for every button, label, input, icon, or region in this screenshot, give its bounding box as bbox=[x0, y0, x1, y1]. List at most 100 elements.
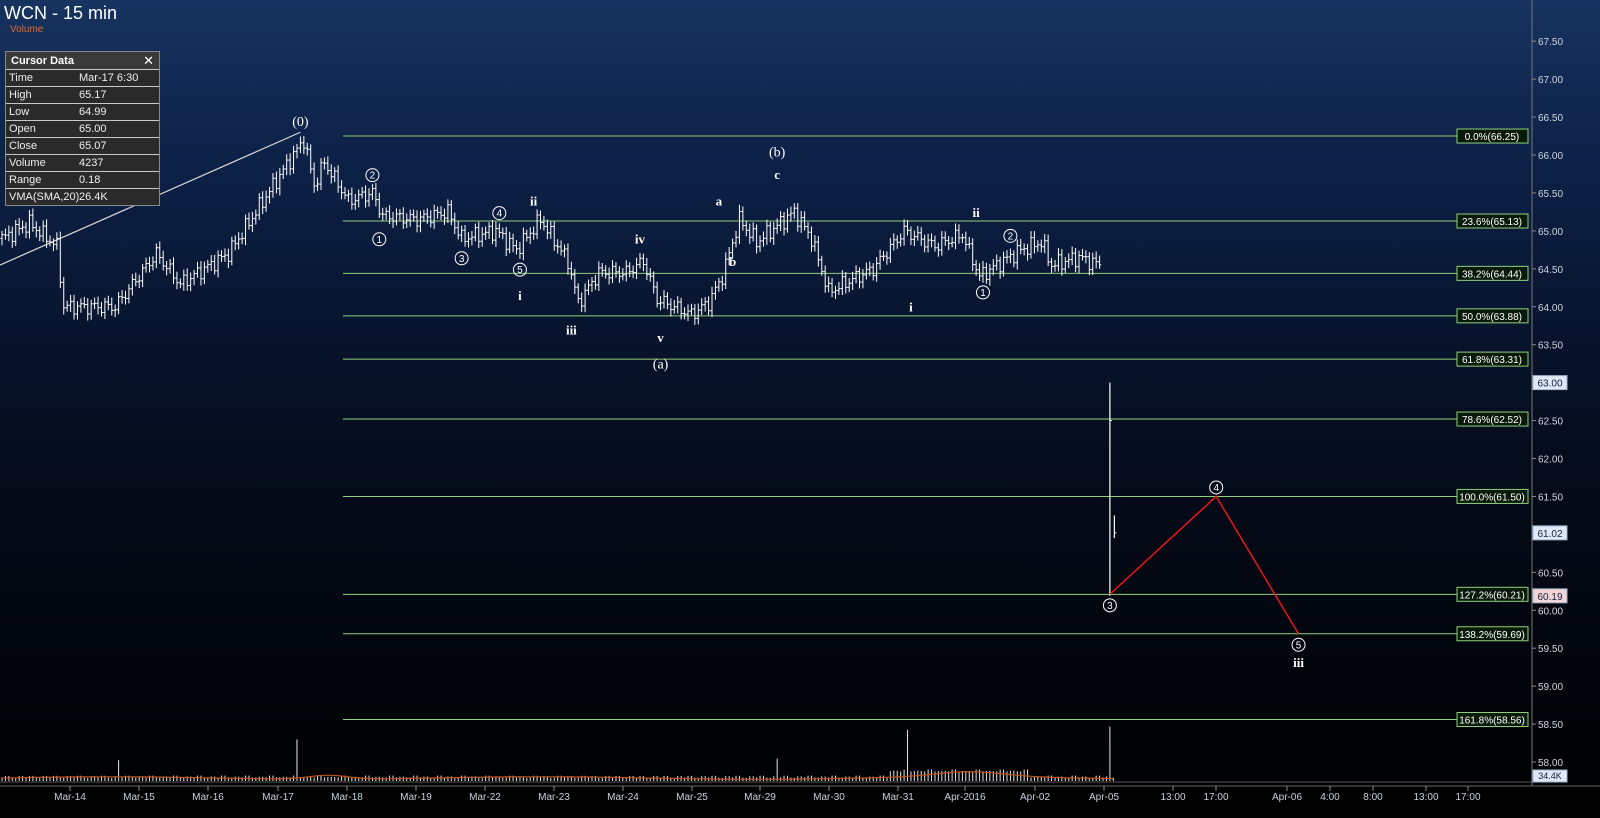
fib-label: 23.6%(65.13) bbox=[1462, 217, 1522, 228]
wave-label: 3 bbox=[459, 254, 465, 265]
cursor-data-row: Volume 4237 bbox=[6, 154, 159, 171]
x-tick-label: Apr-06 bbox=[1272, 792, 1302, 803]
fib-label: 0.0%(66.25) bbox=[1465, 132, 1519, 143]
time-axis: Mar-14 Mar-15 Mar-16 Mar-17 Mar-18 Mar-19 Mar-… bbox=[0, 785, 1600, 818]
fib-label: 138.2%(59.69) bbox=[1459, 630, 1525, 641]
wave-label: (0) bbox=[292, 115, 309, 130]
wave-label: 1 bbox=[980, 288, 986, 299]
y-tick-label: 60.00 bbox=[1538, 606, 1563, 617]
cursor-data-label: Time bbox=[9, 72, 34, 84]
wave-label: c bbox=[774, 167, 780, 182]
x-tick-label: Apr-05 bbox=[1089, 792, 1119, 803]
fib-label: 38.2%(64.44) bbox=[1462, 269, 1522, 280]
wave-label: ii bbox=[530, 194, 538, 209]
x-tick-label: 13:00 bbox=[1413, 792, 1438, 803]
y-tick-label: 67.50 bbox=[1538, 37, 1563, 48]
cursor-data-value: Mar-17 6:30 bbox=[79, 72, 139, 84]
fib-label: 100.0%(61.50) bbox=[1459, 492, 1525, 503]
cursor-data-label: Range bbox=[9, 174, 42, 186]
x-tick-label: Mar-24 bbox=[607, 792, 639, 803]
cursor-data-value: 26.4K bbox=[79, 191, 108, 203]
wave-label: 4 bbox=[497, 209, 503, 220]
fib-label: 78.6%(62.52) bbox=[1462, 415, 1522, 426]
x-tick-label: Apr-2016 bbox=[944, 792, 986, 803]
close-icon[interactable]: ✕ bbox=[143, 53, 154, 69]
x-tick-label: Mar-15 bbox=[123, 792, 155, 803]
cursor-data-value: 65.17 bbox=[79, 89, 107, 101]
wave-projection bbox=[1109, 495, 1300, 635]
x-tick-label: 4:00 bbox=[1320, 792, 1340, 803]
x-tick-label: Mar-17 bbox=[262, 792, 294, 803]
y-tick-label: 61.50 bbox=[1538, 492, 1563, 503]
fib-label: 161.8%(58.56) bbox=[1459, 716, 1525, 727]
wave-label: 2 bbox=[1008, 231, 1014, 242]
time-axis-bg bbox=[0, 786, 1600, 818]
x-tick-label: Mar-30 bbox=[813, 792, 845, 803]
y-tick-label: 59.50 bbox=[1538, 644, 1563, 655]
cursor-data-value: 0.18 bbox=[79, 174, 101, 186]
wave-label: i bbox=[909, 300, 913, 315]
cursor-data-row: Range 0.18 bbox=[6, 171, 159, 188]
y-tick-label: 58.50 bbox=[1538, 720, 1563, 731]
cursor-data-row: Open 65.00 bbox=[6, 120, 159, 137]
chart-title: WCN - 15 min bbox=[4, 3, 118, 23]
cursor-data-row: Close 65.07 bbox=[6, 137, 159, 154]
wave-label: ii bbox=[973, 205, 981, 220]
projection-path bbox=[1109, 495, 1300, 635]
wave-label: iii bbox=[566, 322, 577, 337]
y-tick-label: 62.00 bbox=[1538, 455, 1563, 466]
cursor-data-value: 65.00 bbox=[79, 123, 107, 135]
ohlc-bars bbox=[0, 136, 1117, 596]
x-tick-label: Mar-25 bbox=[676, 792, 708, 803]
wave-label: (a) bbox=[653, 357, 669, 372]
projection-extra-label: iii bbox=[1293, 655, 1304, 670]
price-tag: 63.00 bbox=[1537, 379, 1562, 390]
x-tick-label: Mar-14 bbox=[54, 792, 86, 803]
volume-bars bbox=[0, 726, 1532, 783]
chart-window: 67.50 67.00 66.50 66.00 65.50 65.00 64.50 64.00… bbox=[0, 0, 1600, 818]
price-axis: 67.50 67.00 66.50 66.00 65.50 65.00 64.50 64.00… bbox=[1531, 0, 1563, 786]
volume-tag: 34.4K bbox=[1538, 771, 1562, 781]
price-chart[interactable]: 67.50 67.00 66.50 66.00 65.50 65.00 64.50 64.00… bbox=[0, 0, 1600, 818]
wave-label: v bbox=[657, 330, 664, 345]
cursor-data-panel[interactable]: Cursor Data ✕ Time Mar-17 6:30 High 65.17 Lo… bbox=[5, 51, 160, 206]
y-tick-label: 58.00 bbox=[1538, 758, 1563, 769]
cursor-data-value: 64.99 bbox=[79, 106, 107, 118]
x-tick-label: Apr-02 bbox=[1020, 792, 1050, 803]
y-tick-label: 67.00 bbox=[1538, 75, 1563, 86]
x-tick-label: Mar-18 bbox=[331, 792, 363, 803]
projection-label: 5 bbox=[1296, 640, 1302, 651]
wave-label: 5 bbox=[517, 265, 523, 276]
wave-label: a bbox=[716, 194, 723, 209]
wave-label: b bbox=[729, 254, 736, 269]
cursor-data-value: 65.07 bbox=[79, 140, 107, 152]
x-tick-label: Mar-22 bbox=[469, 792, 501, 803]
cursor-data-value: 4237 bbox=[79, 157, 104, 169]
y-tick-label: 63.50 bbox=[1538, 341, 1563, 352]
y-tick-label: 65.00 bbox=[1538, 227, 1563, 238]
x-tick-label: Mar-19 bbox=[400, 792, 432, 803]
y-tick-label: 66.50 bbox=[1538, 113, 1563, 124]
cursor-data-label: VMA(SMA,20) bbox=[9, 191, 80, 203]
x-tick-label: Mar-31 bbox=[882, 792, 914, 803]
y-tick-label: 65.50 bbox=[1538, 189, 1563, 200]
x-tick-label: Mar-16 bbox=[192, 792, 224, 803]
x-tick-label: Mar-23 bbox=[538, 792, 570, 803]
y-tick-label: 62.50 bbox=[1538, 417, 1563, 428]
x-tick-label: 13:00 bbox=[1160, 792, 1185, 803]
title-block: WCN - 15 min Volume bbox=[4, 2, 117, 36]
y-tick-label: 64.50 bbox=[1538, 265, 1563, 276]
cursor-data-label: Open bbox=[9, 123, 36, 135]
x-tick-label: 17:00 bbox=[1455, 792, 1480, 803]
wave-label: i bbox=[518, 288, 522, 303]
wave-label: iv bbox=[635, 232, 646, 247]
x-tick-label: Mar-29 bbox=[744, 792, 776, 803]
fib-label: 61.8%(63.31) bbox=[1462, 355, 1522, 366]
price-tag: 60.19 bbox=[1537, 592, 1562, 603]
wave-label: 1 bbox=[377, 235, 383, 246]
y-tick-label: 64.00 bbox=[1538, 303, 1563, 314]
cursor-data-row: Low 64.99 bbox=[6, 103, 159, 120]
fibonacci-levels: 0.0%(66.25) 23.6%(65.13) 38.2%(64.44) 50.0%… bbox=[343, 128, 1529, 728]
wave-label: (b) bbox=[769, 145, 786, 160]
cursor-data-row: High 65.17 bbox=[6, 86, 159, 103]
